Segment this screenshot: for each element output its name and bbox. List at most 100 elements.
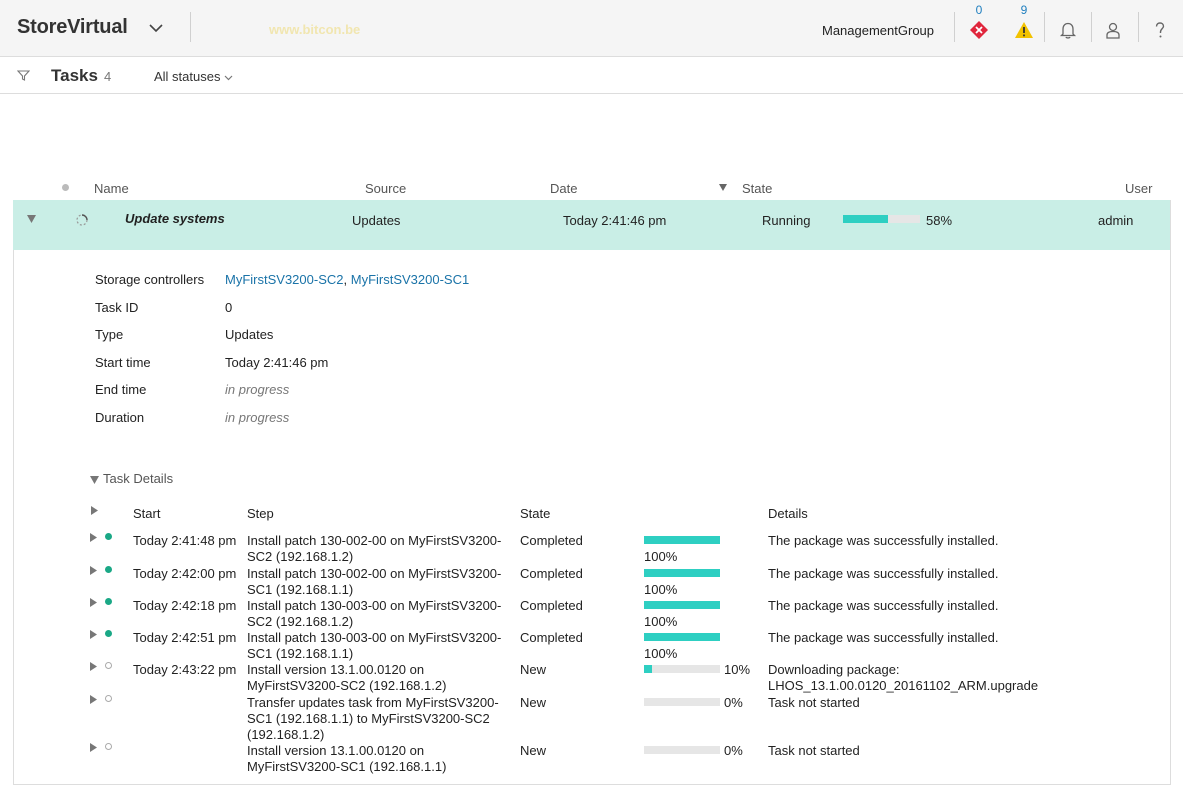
sort-descending-icon[interactable] — [719, 184, 727, 191]
step-progress-bar — [644, 601, 720, 609]
top-bar: StoreVirtual www.bitcon.be ManagementGro… — [0, 0, 1183, 57]
status-filter-dropdown[interactable]: All statuses — [154, 69, 233, 84]
brand-title: StoreVirtual — [17, 16, 128, 38]
step-description: Install patch 130-003-00 on MyFirstSV320… — [247, 630, 502, 661]
divider — [954, 12, 955, 42]
help-icon[interactable] — [1150, 20, 1170, 40]
column-header-step[interactable]: Step — [247, 506, 274, 521]
step-progress-label: 100% — [644, 549, 678, 564]
divider — [190, 12, 191, 42]
management-group-label[interactable]: ManagementGroup — [822, 23, 934, 38]
step-start: Today 2:42:18 pm — [133, 598, 237, 613]
task-user: admin — [1098, 213, 1134, 228]
watermark: www.bitcon.be — [269, 22, 361, 37]
critical-count[interactable]: 0 — [969, 3, 989, 17]
expand-icon[interactable] — [90, 695, 97, 704]
spinner-icon — [76, 214, 88, 226]
column-header-source[interactable]: Source — [365, 181, 406, 196]
controller-link[interactable]: MyFirstSV3200-SC2 — [225, 272, 343, 287]
controller-link[interactable]: MyFirstSV3200-SC1 — [351, 272, 469, 287]
duration-value: in progress — [225, 410, 290, 425]
step-details: Task not started — [768, 743, 860, 758]
expand-all-icon[interactable] — [91, 506, 98, 515]
task-progress-fill — [843, 215, 888, 223]
collapse-icon[interactable] — [27, 215, 36, 223]
type-label: Type — [95, 327, 124, 342]
end-time-label: End time — [95, 382, 147, 397]
status-filter-label: All statuses — [154, 69, 221, 84]
task-progress-label: 58% — [926, 213, 953, 228]
column-header-start[interactable]: Start — [133, 506, 160, 521]
step-progress-label: 0% — [724, 743, 743, 758]
expand-icon[interactable] — [90, 630, 97, 639]
step-progress-bar — [644, 665, 720, 673]
column-header-state[interactable]: State — [742, 181, 772, 196]
step-status-dot — [105, 695, 112, 702]
step-status-dot — [105, 743, 112, 750]
warning-icon[interactable] — [1014, 20, 1034, 40]
task-state: Running — [762, 213, 811, 228]
step-status-dot — [105, 630, 112, 637]
step-status-dot — [105, 662, 112, 669]
collapse-icon — [90, 475, 99, 484]
step-state: Completed — [520, 598, 583, 613]
expand-icon[interactable] — [90, 533, 97, 542]
step-progress-bar — [644, 746, 720, 754]
chevron-down-icon[interactable] — [148, 21, 164, 35]
step-description: Install patch 130-003-00 on MyFirstSV320… — [247, 598, 502, 629]
step-progress-bar — [644, 698, 720, 706]
tasks-header-bar: Tasks 4 All statuses — [0, 57, 1183, 94]
critical-alert-icon[interactable] — [969, 20, 989, 40]
expand-icon[interactable] — [90, 566, 97, 575]
task-count: 4 — [104, 69, 112, 84]
step-status-dot — [105, 533, 112, 540]
step-details: Downloading package: LHOS_13.1.00.0120_2… — [768, 662, 1039, 693]
step-description: Install version 13.1.00.0120 on MyFirstS… — [247, 743, 447, 774]
step-progress-bar — [644, 536, 720, 544]
column-header-date[interactable]: Date — [550, 181, 577, 196]
divider — [1091, 12, 1092, 42]
bell-icon[interactable] — [1058, 20, 1078, 40]
task-details-toggle[interactable]: Task Details — [90, 471, 173, 486]
step-state: New — [520, 743, 547, 758]
step-state: New — [520, 662, 547, 677]
duration-label: Duration — [95, 410, 145, 425]
page-title: Tasks — [51, 66, 98, 85]
filter-icon[interactable] — [17, 69, 30, 82]
step-progress-label: 100% — [644, 582, 678, 597]
column-header-step-state[interactable]: State — [520, 506, 550, 521]
step-progress-label: 100% — [644, 646, 678, 661]
end-time-value: in progress — [225, 382, 290, 397]
step-details: The package was successfully installed. — [768, 566, 999, 581]
task-date: Today 2:41:46 pm — [563, 213, 667, 228]
warning-count[interactable]: 9 — [1014, 3, 1034, 17]
step-progress-fill — [644, 536, 720, 544]
user-icon[interactable] — [1103, 20, 1123, 40]
separator: , — [343, 272, 348, 287]
column-header-user[interactable]: User — [1125, 181, 1152, 196]
column-header-details[interactable]: Details — [768, 506, 808, 521]
step-progress-label: 0% — [724, 695, 743, 710]
expand-icon[interactable] — [90, 598, 97, 607]
step-details: The package was successfully installed. — [768, 598, 999, 613]
task-source: Updates — [352, 213, 401, 228]
storage-controllers-label: Storage controllers — [95, 272, 205, 287]
step-progress-fill — [644, 633, 720, 641]
step-progress-bar — [644, 569, 720, 577]
expand-icon[interactable] — [90, 743, 97, 752]
task-details-label: Task Details — [103, 471, 174, 486]
step-details: The package was successfully installed. — [768, 630, 999, 645]
step-details: Task not started — [768, 695, 860, 710]
status-column-header — [62, 184, 69, 191]
step-status-dot — [105, 566, 112, 573]
task-name: Update systems — [125, 211, 225, 226]
step-progress-fill — [644, 569, 720, 577]
chevron-down-icon — [225, 75, 233, 80]
expand-icon[interactable] — [90, 662, 97, 671]
table-row-selected[interactable]: Update systems Updates Today 2:41:46 pm … — [13, 200, 1170, 250]
step-progress-bar — [644, 633, 720, 641]
step-description: Install patch 130-002-00 on MyFirstSV320… — [247, 566, 502, 597]
column-header-name[interactable]: Name — [94, 181, 129, 196]
divider — [1138, 12, 1139, 42]
step-start: Today 2:43:22 pm — [133, 662, 237, 677]
